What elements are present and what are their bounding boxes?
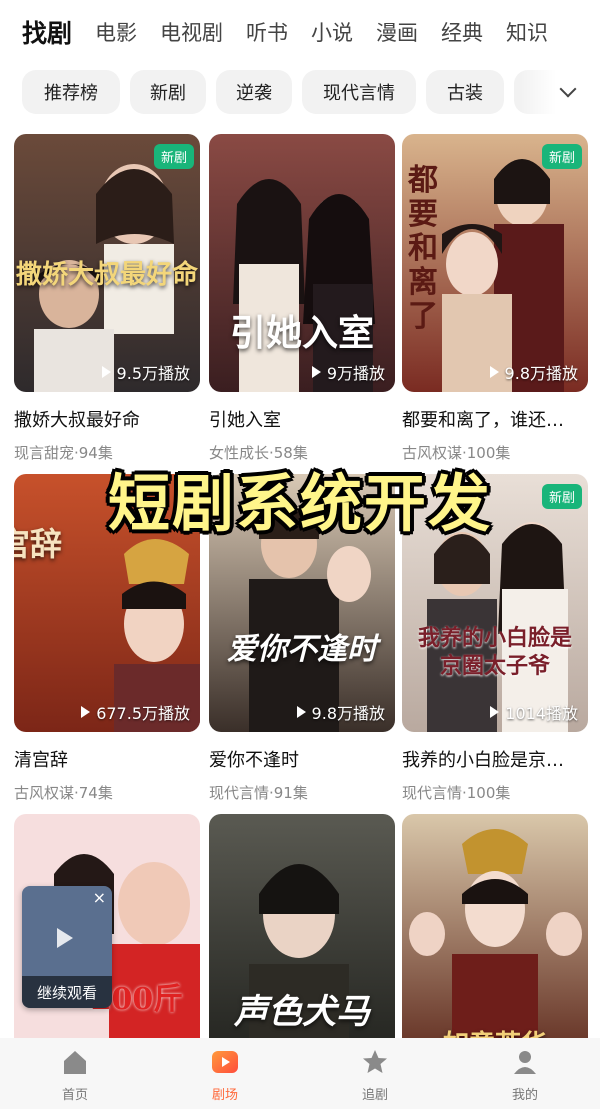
card-title: 都要和离了，谁还… <box>402 410 564 431</box>
nav-following-label: 追剧 <box>361 1088 388 1103</box>
nav-home-label: 首页 <box>61 1088 88 1103</box>
profile-icon <box>514 1051 536 1074</box>
poster-title: 都要和离了 <box>408 163 438 334</box>
poster: 声色犬马 <box>209 814 395 1072</box>
play-count: 1014播放 <box>490 700 578 724</box>
nav-home[interactable]: 首页 <box>0 1038 150 1109</box>
play-count: 9万播放 <box>311 360 385 384</box>
drama-card[interactable]: 清宫辞 677.5万播放 清宫辞 古风权谋·74集 <box>14 474 200 803</box>
play-count-text: 1014播放 <box>505 704 578 723</box>
chip-recommended[interactable]: 推荐榜 <box>22 70 120 114</box>
nav-profile[interactable]: 我的 <box>450 1038 600 1109</box>
chip-modern-romance[interactable]: 现代言情 <box>302 70 416 114</box>
category-chips: 推荐榜 新剧 逆袭 现代言情 古装 <box>0 68 600 116</box>
nav-theater-label: 剧场 <box>211 1088 238 1103</box>
tab-movie[interactable]: 电影 <box>95 17 137 47</box>
top-tabs: 找剧 电影 电视剧 听书 小说 漫画 经典 知识 <box>0 0 600 64</box>
poster: 爱你不逢时 9.8万播放 <box>209 474 395 732</box>
tab-audiobook[interactable]: 听书 <box>246 17 288 47</box>
poster-title: 清宫辞 <box>14 525 62 563</box>
bottom-nav: 首页 剧场 追剧 我的 <box>0 1038 600 1109</box>
poster: 引她入室 9万播放 <box>209 134 395 392</box>
continue-watching-label: 继续观看 <box>22 976 112 1008</box>
theater-icon <box>212 1051 238 1073</box>
play-count: 9.5万播放 <box>101 360 190 384</box>
card-title: 我养的小白脸是京… <box>402 750 564 771</box>
home-icon <box>64 1051 86 1074</box>
close-icon[interactable]: × <box>93 888 106 907</box>
new-badge: 新剧 <box>541 484 582 509</box>
poster: 我养的小白脸是京圈太子爷 新剧 1014播放 <box>402 474 588 732</box>
card-title: 爱你不逢时 <box>209 750 299 771</box>
tab-tv[interactable]: 电视剧 <box>160 17 223 47</box>
play-icon <box>81 706 91 718</box>
play-count-text: 677.5万播放 <box>96 704 190 723</box>
play-count: 9.8万播放 <box>296 700 385 724</box>
poster: 清宫辞 677.5万播放 <box>14 474 200 732</box>
play-icon <box>311 366 321 378</box>
card-title: 引她入室 <box>209 410 281 431</box>
play-count-text: 9.8万播放 <box>311 704 385 723</box>
chevron-down-icon <box>559 80 577 98</box>
poster: 如意芳华 <box>402 814 588 1072</box>
tab-classic[interactable]: 经典 <box>441 17 483 47</box>
poster: 都要和离了 新剧 9.8万播放 <box>402 134 588 392</box>
tab-find-drama[interactable]: 找剧 <box>22 14 72 50</box>
drama-card[interactable]: 爱你不逢时 9.8万播放 爱你不逢时 现代言情·91集 <box>209 474 395 803</box>
new-badge: 新剧 <box>541 144 582 169</box>
card-title: 撒娇大叔最好命 <box>14 410 140 431</box>
play-icon <box>296 706 306 718</box>
chips-expand-button[interactable] <box>520 68 600 116</box>
chip-costume[interactable]: 古装 <box>426 70 504 114</box>
play-icon <box>57 928 73 948</box>
play-count-text: 9.5万播放 <box>116 364 190 383</box>
tab-novel[interactable]: 小说 <box>311 17 353 47</box>
poster: 撒娇大叔最好命 新剧 9.5万播放 <box>14 134 200 392</box>
play-count: 677.5万播放 <box>81 700 190 724</box>
play-icon <box>490 706 500 718</box>
drama-card[interactable]: 都要和离了 新剧 9.8万播放 都要和离了，谁还… 古风权谋·100集 <box>402 134 588 463</box>
play-icon <box>101 366 111 378</box>
card-meta: 古风权谋·74集 <box>14 784 113 802</box>
chip-new[interactable]: 新剧 <box>130 70 206 114</box>
poster-title: 撒娇大叔最好命 <box>15 260 198 290</box>
play-count-text: 9万播放 <box>326 364 385 383</box>
nav-theater[interactable]: 剧场 <box>150 1038 300 1109</box>
drama-card[interactable]: 我养的小白脸是京圈太子爷 新剧 1014播放 我养的小白脸是京… 现代言情·10… <box>402 474 588 803</box>
continue-watching-card[interactable]: × 继续观看 <box>22 886 112 1008</box>
nav-following[interactable]: 追剧 <box>300 1038 450 1109</box>
card-title: 清宫辞 <box>14 750 68 771</box>
play-count: 9.8万播放 <box>489 360 578 384</box>
drama-card[interactable]: 如意芳华 <box>402 814 588 1072</box>
chip-comeback[interactable]: 逆袭 <box>216 70 292 114</box>
star-icon <box>363 1050 387 1073</box>
poster-title: 引她入室 <box>229 312 374 354</box>
poster-title: 我养的小白脸是京圈太子爷 <box>417 625 572 679</box>
card-meta: 现代言情·91集 <box>209 784 308 802</box>
tab-knowledge[interactable]: 知识 <box>506 17 548 47</box>
poster-title: 声色犬马 <box>234 992 370 1032</box>
tab-comic[interactable]: 漫画 <box>376 17 418 47</box>
card-meta: 女性成长·58集 <box>209 444 308 462</box>
new-badge: 新剧 <box>153 144 194 169</box>
card-meta: 现言甜宠·94集 <box>14 444 113 462</box>
card-meta: 现代言情·100集 <box>402 784 511 802</box>
poster-title: 爱你不逢时 <box>227 632 377 667</box>
drama-card[interactable]: 撒娇大叔最好命 新剧 9.5万播放 撒娇大叔最好命 现言甜宠·94集 <box>14 134 200 463</box>
drama-card[interactable]: 引她入室 9万播放 引她入室 女性成长·58集 <box>209 134 395 463</box>
play-icon <box>489 366 499 378</box>
nav-profile-label: 我的 <box>511 1088 538 1103</box>
card-meta: 古风权谋·100集 <box>402 444 511 462</box>
play-count-text: 9.8万播放 <box>504 364 578 383</box>
drama-card[interactable]: 声色犬马 <box>209 814 395 1072</box>
